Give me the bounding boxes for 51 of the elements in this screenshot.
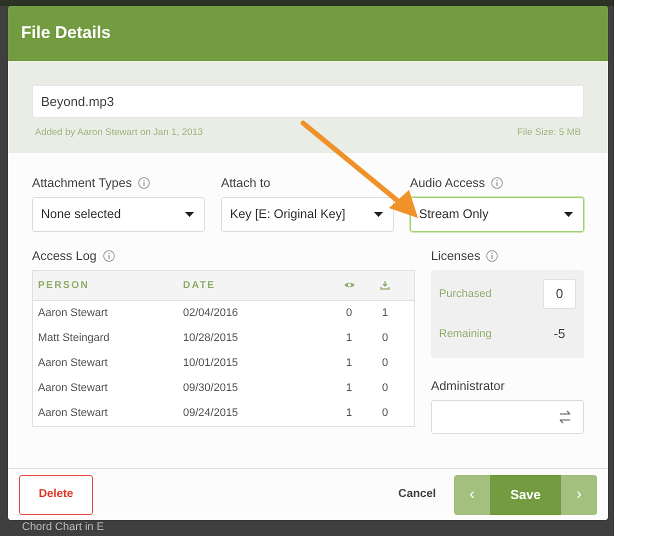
licenses-label: Licenses (431, 248, 480, 265)
delete-button[interactable]: Delete (19, 474, 93, 514)
person-cell-text: Aaron Stewart (37, 406, 109, 422)
caret-icon (185, 212, 194, 217)
field-label: Audio Access (410, 174, 486, 192)
field-label: Attach to (221, 174, 270, 192)
views-cell-text: 1 (344, 406, 354, 422)
file-size-text: File Size: 5 MB (517, 126, 581, 140)
person-cell-text: Matt Steingard (37, 331, 111, 346)
person-cell-text: Aaron Stewart (37, 356, 109, 372)
access-log-label: Access Log (32, 248, 97, 265)
dropdown-select[interactable]: Stream Only (410, 197, 584, 232)
person-cell-text: Aaron Stewart (37, 381, 109, 396)
views-cell-text: 0 (344, 306, 354, 322)
cancel-button[interactable]: Cancel (398, 486, 436, 504)
eye-icon[interactable] (344, 281, 354, 290)
views-cell-text: 1 (344, 381, 354, 396)
remaining-label: Remaining (439, 326, 492, 342)
caret-icon (374, 212, 383, 217)
background-item-text: Chord Chart in E (22, 521, 104, 534)
dropdown-select[interactable]: None selected (32, 197, 205, 232)
date-cell-text: 09/30/2015 (183, 381, 240, 396)
date-cell-text: 09/24/2015 (183, 406, 240, 422)
info-icon[interactable] (138, 177, 150, 189)
caret-icon (564, 212, 573, 217)
info-icon[interactable] (491, 177, 504, 189)
download-icon[interactable] (380, 280, 390, 290)
downloads-cell-text: 0 (380, 406, 390, 422)
info-icon[interactable] (102, 250, 115, 262)
purchased-label: Purchased (439, 286, 492, 302)
downloads-cell-text: 0 (380, 381, 390, 396)
purchased-field[interactable]: 0 (543, 279, 576, 309)
downloads-cell-text: 0 (380, 356, 390, 372)
field-label: Attachment Types (32, 174, 132, 192)
swap-icon[interactable] (557, 410, 573, 424)
remaining-value: -5 (552, 325, 566, 344)
administrator-field[interactable] (431, 400, 584, 434)
person-cell-text: Aaron Stewart (37, 306, 109, 322)
date-cell-text: 10/28/2015 (183, 331, 240, 346)
dropdown-select[interactable]: Key [E: Original Key] (221, 197, 394, 232)
dialog-title: File Details (21, 23, 111, 44)
downloads-cell-text: 0 (380, 331, 390, 346)
views-cell-text: 1 (344, 356, 354, 372)
file-name-field[interactable]: Beyond.mp3 (32, 85, 584, 118)
info-icon[interactable] (486, 250, 498, 262)
date-cell-text: 02/04/2016 (183, 306, 240, 322)
date-cell-text: 10/01/2015 (183, 356, 240, 372)
downloads-cell-text: 1 (380, 306, 390, 322)
views-cell-text: 1 (344, 331, 354, 346)
administrator-label: Administrator (431, 378, 505, 395)
added-by-text: Added by Aaron Stewart on Jan 1, 2013 (35, 126, 203, 140)
